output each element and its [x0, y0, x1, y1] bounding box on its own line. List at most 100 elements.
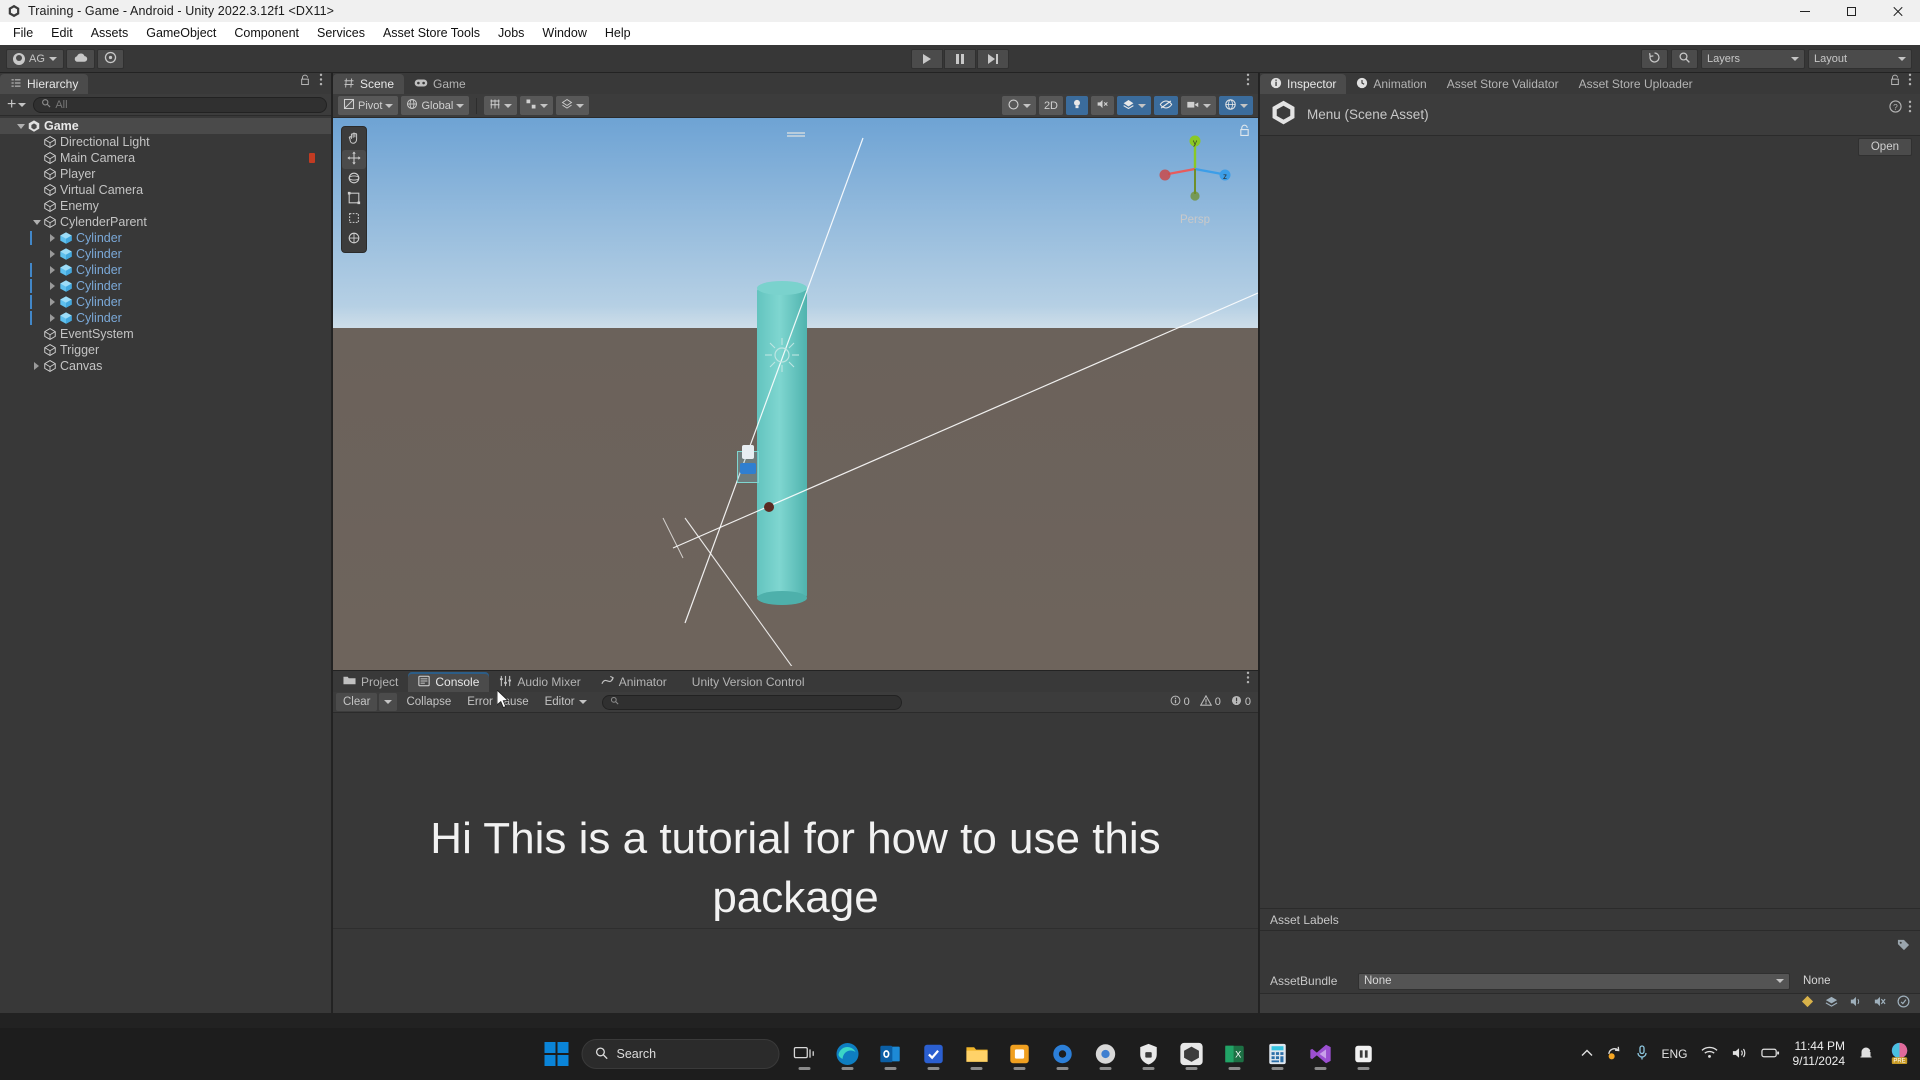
editor-settings-button[interactable]: [96, 48, 124, 69]
console-log-area[interactable]: Hi This is a tutorial for how to use thi…: [333, 713, 1258, 1013]
chevron-up-icon[interactable]: [1581, 1047, 1593, 1061]
scale-tool-button[interactable]: [342, 190, 366, 209]
tab-animator[interactable]: Animator: [591, 672, 677, 692]
tab-project[interactable]: Project: [333, 672, 408, 692]
hierarchy-item[interactable]: Cylinder: [0, 278, 331, 294]
menu-item-assets[interactable]: Assets: [82, 23, 138, 44]
hierarchy-item[interactable]: Cylinder: [0, 230, 331, 246]
hierarchy-tree[interactable]: Game Directional Light Main Camera Player Vi…: [0, 116, 331, 1013]
tab-unity-version-control[interactable]: Unity Version Control: [677, 672, 815, 692]
scene-visibility-toggle[interactable]: [1154, 96, 1178, 115]
todo-button[interactable]: [916, 1036, 952, 1072]
kebab-menu-icon[interactable]: [319, 73, 323, 91]
hierarchy-item[interactable]: Directional Light: [0, 134, 331, 150]
label-tag-icon[interactable]: [1897, 939, 1910, 952]
tab-scene[interactable]: Scene: [333, 74, 405, 94]
scene-viewport[interactable]: y z Persp: [333, 118, 1258, 670]
volume-icon[interactable]: [1731, 1046, 1748, 1063]
copilot-pre-icon[interactable]: PRE: [1887, 1040, 1912, 1068]
log-count-chip[interactable]: 0: [1166, 695, 1194, 709]
scene-camera-button[interactable]: [1181, 96, 1216, 115]
battery-icon[interactable]: [1760, 1047, 1780, 1062]
chevron-right-icon[interactable]: [46, 250, 59, 258]
hierarchy-item[interactable]: Canvas: [0, 358, 331, 374]
chevron-right-icon[interactable]: [46, 234, 59, 242]
hierarchy-item[interactable]: Enemy: [0, 198, 331, 214]
collapse-toggle[interactable]: Collapse: [399, 693, 458, 711]
tab-console[interactable]: Console: [408, 672, 490, 692]
hierarchy-item[interactable]: Trigger: [0, 342, 331, 358]
menu-item-component[interactable]: Component: [225, 23, 308, 44]
security-button[interactable]: [1131, 1036, 1167, 1072]
snap-button[interactable]: [520, 96, 554, 115]
step-button[interactable]: [977, 48, 1009, 69]
layers-icon[interactable]: [1825, 995, 1838, 1013]
onedrive-sync-icon[interactable]: [1606, 1045, 1623, 1064]
hierarchy-item[interactable]: Virtual Camera: [0, 182, 331, 198]
shading-mode-button[interactable]: [1001, 96, 1036, 115]
layout-dropdown[interactable]: Layout: [1808, 48, 1912, 69]
tab-game[interactable]: Game: [404, 74, 476, 94]
assetbundle-dropdown[interactable]: None: [1358, 972, 1790, 990]
hierarchy-item[interactable]: Player: [0, 166, 331, 182]
sprite-icon[interactable]: [1801, 995, 1814, 1013]
mute-icon[interactable]: [1873, 995, 1886, 1013]
hierarchy-item[interactable]: Cylinder: [0, 294, 331, 310]
menu-item-services[interactable]: Services: [308, 23, 374, 44]
notification-bell-icon[interactable]: z: [1858, 1045, 1874, 1064]
chevron-right-icon[interactable]: [46, 298, 59, 306]
tab-inspector[interactable]: Inspector: [1260, 74, 1347, 94]
clear-dropdown-button[interactable]: [379, 693, 398, 711]
lock-icon[interactable]: [1890, 73, 1900, 91]
tab-audio-mixer[interactable]: Audio Mixer: [489, 672, 590, 692]
pause-button[interactable]: [944, 48, 976, 69]
preset-icon[interactable]: [1908, 100, 1912, 118]
warning-count-chip[interactable]: 0: [1196, 694, 1225, 709]
menu-item-asset-store-tools[interactable]: Asset Store Tools: [374, 23, 489, 44]
enemy-object[interactable]: [764, 502, 774, 512]
scene-audio-toggle[interactable]: [1091, 96, 1114, 115]
rotate-tool-button[interactable]: [342, 170, 366, 189]
maximize-button[interactable]: [1828, 0, 1874, 22]
hierarchy-item[interactable]: EventSystem: [0, 326, 331, 342]
account-button[interactable]: AG: [6, 48, 64, 69]
hand-tool-button[interactable]: [342, 130, 366, 149]
undo-history-button[interactable]: [1641, 48, 1668, 69]
taskbar-clock[interactable]: 11:44 PM 9/11/2024: [1793, 1039, 1846, 1069]
hierarchy-search-input[interactable]: All: [33, 96, 327, 113]
settings-button[interactable]: [1045, 1036, 1081, 1072]
chevron-right-icon[interactable]: [46, 314, 59, 322]
menu-item-jobs[interactable]: Jobs: [489, 23, 533, 44]
scene-drag-handle-icon[interactable]: [786, 131, 805, 137]
transform-tool-button[interactable]: [342, 230, 366, 249]
rect-tool-button[interactable]: [342, 210, 366, 229]
outlook-button[interactable]: [873, 1036, 909, 1072]
tab-animation[interactable]: Animation: [1346, 74, 1436, 94]
scene-fx-toggle[interactable]: [1117, 96, 1151, 115]
task-view-button[interactable]: [787, 1036, 823, 1072]
audio-icon[interactable]: [1849, 995, 1862, 1013]
debug-icon[interactable]: [1897, 995, 1910, 1013]
help-icon[interactable]: ?: [1889, 100, 1902, 118]
excel-button[interactable]: X: [1217, 1036, 1253, 1072]
console-search-input[interactable]: [601, 694, 902, 710]
layer-button[interactable]: [556, 96, 590, 115]
taskbar-search-input[interactable]: Search: [581, 1039, 780, 1069]
menu-item-window[interactable]: Window: [533, 23, 595, 44]
kebab-menu-icon[interactable]: [1908, 73, 1912, 91]
chevron-right-icon[interactable]: [30, 362, 43, 370]
menu-item-edit[interactable]: Edit: [42, 23, 82, 44]
error-pause-toggle[interactable]: Error Pause: [460, 693, 535, 711]
view-tool-button[interactable]: Pivot: [338, 96, 399, 115]
edge-button[interactable]: [830, 1036, 866, 1072]
file-explorer-button[interactable]: [959, 1036, 995, 1072]
menu-item-gameobject[interactable]: GameObject: [137, 23, 225, 44]
global-space-button[interactable]: Global: [401, 96, 470, 115]
tab-asset-store-validator[interactable]: Asset Store Validator: [1437, 74, 1569, 94]
asset-labels-area[interactable]: [1260, 931, 1920, 969]
cloud-button[interactable]: [65, 48, 95, 69]
windows-start-button[interactable]: [539, 1036, 575, 1072]
menu-item-file[interactable]: File: [4, 23, 42, 44]
gizmos-toggle[interactable]: [1219, 96, 1253, 115]
layers-dropdown[interactable]: Layers: [1701, 48, 1805, 69]
